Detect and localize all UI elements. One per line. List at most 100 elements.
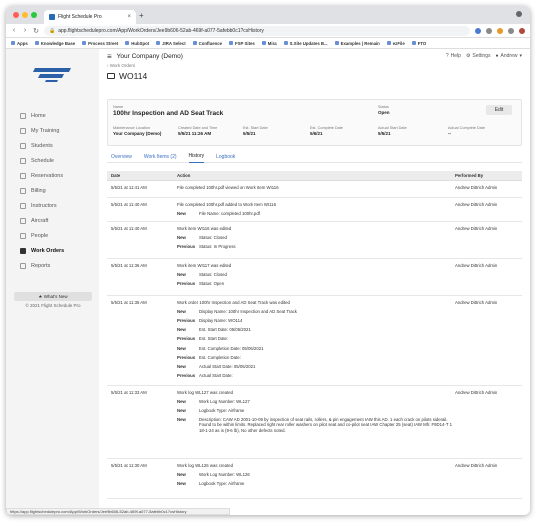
- bookmark-item[interactable]: S.Site Updates B...: [283, 41, 328, 46]
- bookmark-item[interactable]: FTO: [411, 41, 426, 46]
- row-action: Work order 100hr Inspection and AD Seat …: [177, 300, 455, 385]
- table-row: 5/5/21 at 11:35 AM Work order 100hr Inspe…: [107, 296, 522, 386]
- new-tab-button[interactable]: +: [139, 11, 144, 20]
- change-detail: Previous Est. Start Date:: [177, 336, 455, 341]
- bookmark-item[interactable]: Mira: [261, 41, 277, 46]
- field-created-date: Created Date and Time 5/5/21 11:26 AM: [178, 126, 218, 136]
- row-performed-by: Andrew Dittrich Admin: [455, 463, 498, 468]
- change-kind: New: [177, 345, 186, 351]
- wrench-icon: [20, 247, 26, 254]
- sidebar-item-aircraft[interactable]: Aircraft: [6, 213, 99, 228]
- change-kind: New: [177, 271, 186, 277]
- sidebar-item-instructors[interactable]: Instructors: [6, 198, 99, 213]
- link-status-bar: https://app.flightschedulepro.com/App/Wo…: [6, 508, 230, 515]
- sidebar-item-students[interactable]: Students: [6, 138, 99, 153]
- sidebar-item-billing[interactable]: Billing: [6, 183, 99, 198]
- change-detail: New Status: Closed: [177, 235, 455, 240]
- sidebar-item-reports[interactable]: Reports: [6, 258, 99, 273]
- change-kind: New: [177, 398, 186, 404]
- extension-icon[interactable]: [508, 27, 514, 34]
- field-est-start-date: Est. Start Date 5/5/21: [243, 126, 268, 136]
- browser-menu-icon[interactable]: [516, 11, 522, 17]
- url-field[interactable]: 🔒 app.flightschedulepro.com/App/WorkOrde…: [44, 25, 470, 36]
- students-icon: [20, 142, 26, 149]
- close-window-button[interactable]: [13, 12, 19, 18]
- gear-icon: ⚙: [465, 53, 471, 59]
- change-kind: Previous: [177, 336, 196, 342]
- tab-overview[interactable]: Overview: [111, 151, 132, 163]
- sidebar-item-schedule[interactable]: Schedule: [6, 153, 99, 168]
- extension-icon[interactable]: [497, 27, 503, 34]
- change-detail: New Display Name: 100hr Inspection and AD…: [177, 309, 455, 314]
- bookmark-item[interactable]: ezFile: [386, 41, 405, 46]
- app-body: Home My Training Students Schedule Reser…: [6, 49, 530, 515]
- extension-icon[interactable]: [486, 27, 492, 34]
- reload-icon[interactable]: ↻: [33, 27, 39, 35]
- tab-work-items[interactable]: Work Items (2): [144, 151, 177, 163]
- bookmark-item[interactable]: Confluence: [192, 41, 222, 46]
- column-action[interactable]: Action: [177, 173, 455, 178]
- bookmark-item[interactable]: JIRA Select: [156, 41, 186, 46]
- change-kind: New: [177, 408, 186, 413]
- user-menu[interactable]: ● Andrew ▾: [496, 53, 523, 59]
- sidebar-item-my-training[interactable]: My Training: [6, 123, 99, 138]
- settings-link[interactable]: ⚙ Settings: [466, 53, 491, 59]
- tab-logbook[interactable]: Logbook: [216, 151, 235, 163]
- folder-icon: [107, 73, 115, 79]
- change-detail: Previous Display Name: WO114: [177, 318, 455, 323]
- bookmark-item[interactable]: Knowledge Base: [34, 41, 75, 46]
- change-value: Work Log Number: WL127: [199, 398, 250, 404]
- browser-tab[interactable]: Flight Schedule Pro ×: [44, 10, 136, 24]
- row-date: 5/5/21 at 11:30 AM: [111, 463, 147, 468]
- change-detail: New Work Log Number: WL127: [177, 399, 455, 404]
- bookmark-item[interactable]: HubSpot: [125, 41, 149, 46]
- maximize-window-button[interactable]: [31, 12, 37, 18]
- help-link[interactable]: ? Help: [446, 53, 461, 59]
- row-performed-by: Andrew Dittrich Admin: [455, 300, 498, 305]
- row-action: Work item WI117 was edited New Status: Clo…: [177, 263, 455, 295]
- change-kind: New: [177, 234, 186, 240]
- sidebar-item-people[interactable]: People: [6, 228, 99, 243]
- change-value: Status: Closed: [199, 234, 227, 240]
- tab-history[interactable]: History: [188, 151, 205, 163]
- whats-new-button[interactable]: ★ What's New: [14, 292, 92, 301]
- bookmark-item[interactable]: Process Street: [82, 41, 118, 46]
- profile-avatar[interactable]: [519, 27, 525, 34]
- people-icon: [20, 232, 26, 239]
- bookmark-item[interactable]: Apps: [11, 41, 28, 46]
- change-kind: New: [177, 481, 186, 486]
- name-field: Name 100hr Inspection and AD Seat Track: [113, 105, 223, 117]
- minimize-window-button[interactable]: [22, 12, 28, 18]
- change-value: Est. Start Date:: [199, 336, 229, 342]
- sidebar-item-work-orders[interactable]: Work Orders: [6, 243, 99, 258]
- status-label: Status: [378, 105, 389, 109]
- change-kind: New: [177, 308, 186, 314]
- action-text: Work item WI117 was edited: [177, 263, 232, 268]
- bookmark-item[interactable]: FSP Sites: [229, 41, 255, 46]
- close-tab-icon[interactable]: ×: [127, 14, 131, 20]
- back-icon[interactable]: ‹: [11, 27, 17, 34]
- change-value: Status: Open: [199, 281, 225, 286]
- logo[interactable]: [6, 49, 99, 99]
- change-kind: Previous: [177, 373, 196, 379]
- change-kind: New: [177, 210, 186, 216]
- row-date: 5/5/21 at 11:36 AM: [111, 263, 147, 268]
- bookmark-item[interactable]: Examples | Remain: [334, 41, 380, 46]
- action-text: Work log WL126 was created: [177, 463, 234, 468]
- action-text: File completed 100hr.pdf added to Work I…: [177, 202, 276, 207]
- edit-button[interactable]: Edit: [486, 105, 512, 115]
- chevron-down-icon: ▾: [519, 53, 522, 59]
- top-bar: ≡ Your Company (Demo) ? Help ⚙ Settings ● A…: [99, 49, 530, 63]
- extension-icon[interactable]: [475, 27, 481, 34]
- sidebar-item-home[interactable]: Home: [6, 108, 99, 123]
- hamburger-menu-icon[interactable]: ≡: [107, 52, 112, 61]
- sidebar-item-reservations[interactable]: Reservations: [6, 168, 99, 183]
- change-detail: New Logbook Type: Airframe: [177, 481, 455, 486]
- main-content: ≡ Your Company (Demo) ? Help ⚙ Settings ● A…: [99, 49, 530, 515]
- row-action: File completed 100hr.pdf viewed on Work …: [177, 185, 455, 197]
- field-actual-complete-date: Actual Complete Date --: [448, 126, 485, 136]
- column-performed-by[interactable]: Performed By: [455, 173, 522, 178]
- change-detail: Previous Est. Completion Date:: [177, 355, 455, 360]
- forward-icon[interactable]: ›: [22, 27, 28, 34]
- column-date[interactable]: Date: [107, 173, 177, 178]
